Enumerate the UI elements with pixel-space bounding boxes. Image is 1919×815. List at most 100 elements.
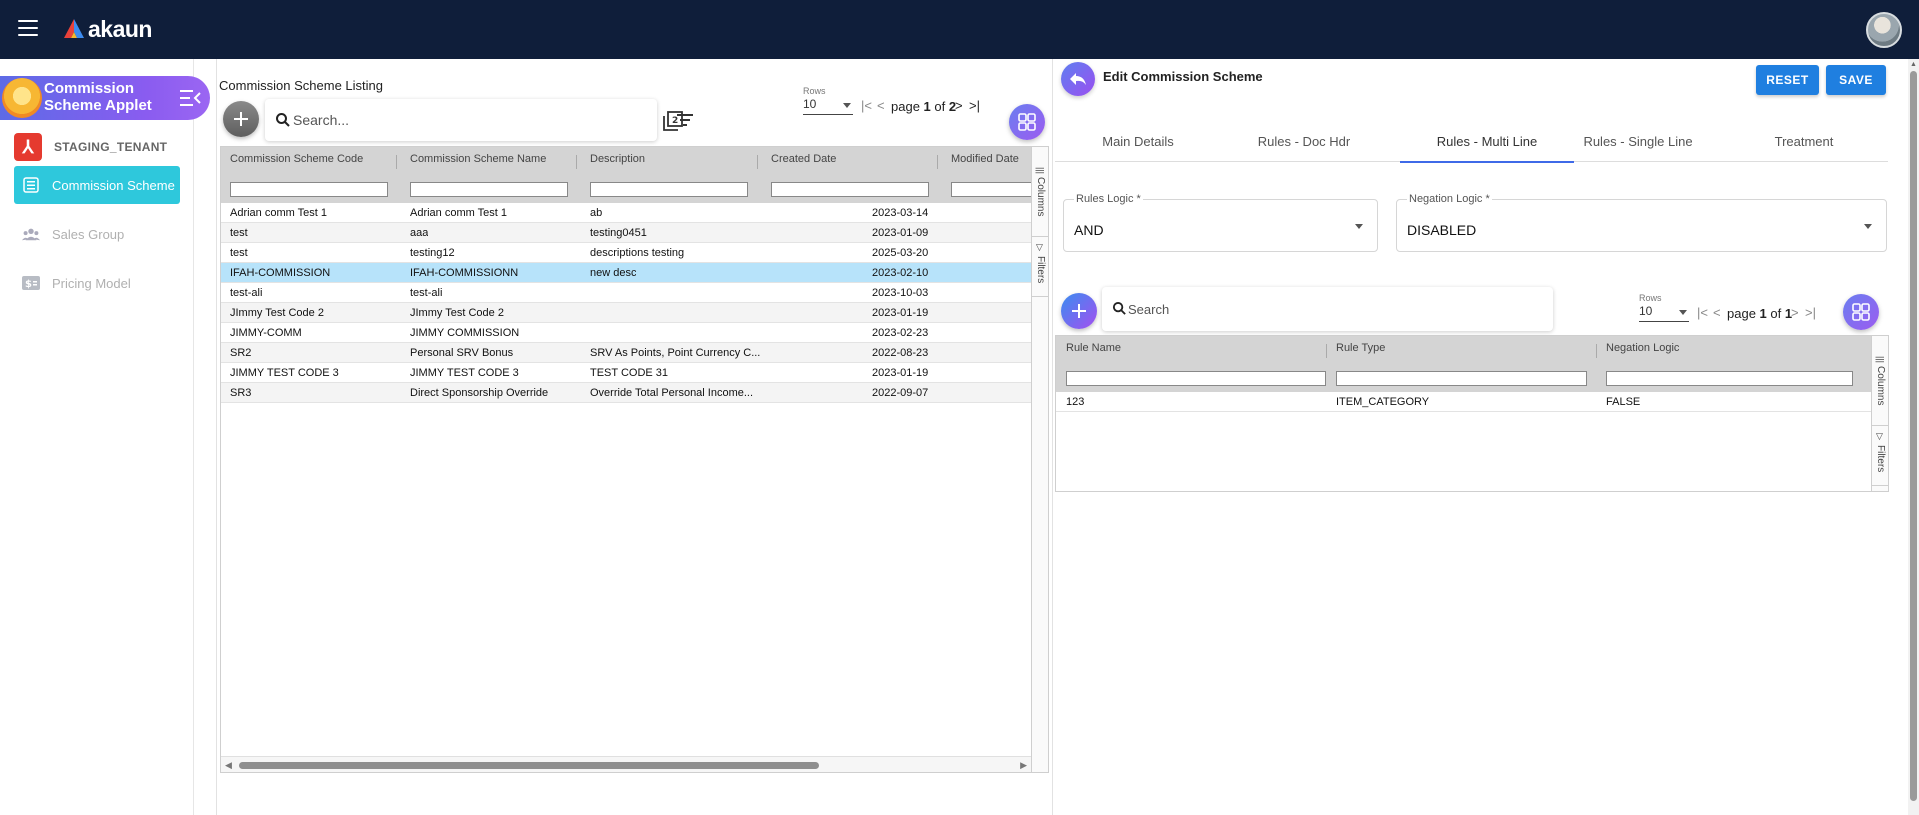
last-page-icon[interactable]: >| — [969, 98, 980, 113]
column-header[interactable]: Commission Scheme Name — [410, 153, 546, 165]
table-row[interactable]: test-ali test-ali 2023-10-03 — [221, 283, 1031, 303]
edit-title: Edit Commission Scheme — [1103, 69, 1263, 84]
column-separator[interactable] — [1596, 344, 1597, 358]
scroll-right-icon[interactable]: ▶ — [1020, 760, 1027, 771]
page-vertical-scrollbar[interactable]: ▲ — [1908, 59, 1919, 815]
rows-label: Rows — [1639, 293, 1662, 303]
table-row[interactable]: Adrian comm Test 1 Adrian comm Test 1 ab 20… — [221, 203, 1031, 223]
listing-panel: Commission Scheme Listing 2 Rows 10 |< <… — [216, 59, 1052, 815]
columns-tab[interactable]: ||| Columns — [1032, 147, 1048, 237]
prev-page-icon[interactable]: < — [877, 98, 885, 113]
grid-icon — [1852, 303, 1870, 321]
first-page-icon[interactable]: |< — [1697, 305, 1708, 320]
chevron-down-icon — [1355, 224, 1363, 229]
sidebar-item-commission-scheme[interactable]: Commission Scheme — [14, 166, 180, 204]
funnel-icon: ▽ — [1035, 243, 1046, 253]
group-icon — [22, 226, 40, 242]
applet-title: Commission Scheme Applet — [44, 80, 152, 114]
column-separator[interactable] — [576, 155, 577, 169]
columns-tab[interactable]: ||| Columns — [1872, 336, 1888, 426]
rules-pager: Rows 10 |< < page 1 of 1 > >| — [1639, 293, 1839, 323]
grid-view-button[interactable] — [1843, 294, 1879, 330]
table-row[interactable]: SR3 Direct Sponsorship Override Override T… — [221, 383, 1031, 403]
user-avatar[interactable] — [1866, 12, 1902, 48]
scheme-table: Commission Scheme Code Commission Scheme… — [220, 146, 1049, 773]
table-row-selected[interactable]: IFAH-COMMISSION IFAH-COMMISSIONN new desc 2… — [221, 263, 1031, 283]
reset-button[interactable]: RESET — [1756, 65, 1819, 95]
prev-page-icon[interactable]: < — [1713, 305, 1721, 320]
scrollbar-thumb[interactable] — [1910, 71, 1917, 801]
next-page-icon[interactable]: > — [1791, 305, 1799, 320]
rows-per-page-select[interactable]: 10 — [1639, 304, 1689, 322]
filter-input-name[interactable] — [410, 182, 568, 197]
column-header[interactable]: Created Date — [771, 153, 836, 165]
chevron-down-icon — [1679, 310, 1687, 315]
filters-tab[interactable]: ▽ Filters — [1872, 426, 1888, 486]
table-row[interactable]: SR2 Personal SRV Bonus SRV As Points, Poin… — [221, 343, 1031, 363]
tab-main-details[interactable]: Main Details — [1055, 120, 1221, 162]
tab-rules-multi-line[interactable]: Rules - Multi Line — [1400, 120, 1574, 163]
copy-icon[interactable]: 2 — [662, 110, 684, 132]
scroll-up-icon[interactable]: ▲ — [1910, 61, 1917, 68]
back-button[interactable] — [1061, 62, 1095, 96]
sidebar: Commission Scheme Applet ⅄ STAGING_TENAN… — [0, 59, 210, 815]
sidebar-item-sales-group[interactable]: Sales Group — [14, 215, 180, 253]
search-input[interactable] — [1128, 299, 1528, 319]
rules-logic-select[interactable]: Rules Logic * AND — [1063, 193, 1378, 252]
plus-icon — [234, 112, 248, 126]
add-rule-button[interactable] — [1061, 293, 1097, 329]
horizontal-scrollbar[interactable]: ◀ ▶ — [221, 756, 1031, 772]
tenant-selector[interactable]: ⅄ STAGING_TENANT — [14, 133, 167, 161]
filter-input-rule-type[interactable] — [1336, 371, 1587, 386]
save-button[interactable]: SAVE — [1826, 65, 1886, 95]
column-separator[interactable] — [757, 155, 758, 169]
column-header[interactable]: Modified Date — [951, 153, 1019, 165]
listing-title: Commission Scheme Listing — [219, 78, 384, 93]
filter-input-description[interactable] — [590, 182, 748, 197]
search-input[interactable] — [293, 109, 593, 131]
filter-input-negation-logic[interactable] — [1606, 371, 1853, 386]
rows-per-page-select[interactable]: 10 — [803, 97, 853, 115]
filters-tab[interactable]: ▽ Filters — [1032, 237, 1048, 297]
last-page-icon[interactable]: >| — [1805, 305, 1816, 320]
table-row[interactable]: JIMMY-COMM JIMMY COMMISSION 2023-02-23 — [221, 323, 1031, 343]
tenant-name: STAGING_TENANT — [54, 140, 168, 154]
filter-input-rule-name[interactable] — [1066, 371, 1326, 386]
add-scheme-button[interactable] — [223, 101, 259, 137]
columns-icon: ||| — [1875, 356, 1886, 364]
scrollbar-thumb[interactable] — [239, 762, 819, 769]
filter-input-created-date[interactable] — [771, 182, 929, 197]
table-row[interactable]: JImmy Test Code 2 JImmy Test Code 2 2023-0… — [221, 303, 1031, 323]
column-separator[interactable] — [937, 155, 938, 169]
column-header[interactable]: Rule Name — [1066, 342, 1121, 354]
hamburger-menu-icon[interactable] — [18, 20, 38, 38]
column-header[interactable]: Commission Scheme Code — [230, 153, 363, 165]
grid-icon — [1018, 113, 1036, 131]
table-row[interactable]: 123 ITEM_CATEGORY FALSE — [1056, 392, 1871, 412]
filter-input-code[interactable] — [230, 182, 388, 197]
chevron-down-icon — [1864, 224, 1872, 229]
first-page-icon[interactable]: |< — [861, 98, 872, 113]
table-header: Commission Scheme Code Commission Scheme… — [221, 147, 1048, 203]
column-separator[interactable] — [396, 155, 397, 169]
next-page-icon[interactable]: > — [955, 98, 963, 113]
tab-rules-doc-hdr[interactable]: Rules - Doc Hdr — [1221, 120, 1387, 162]
grid-view-button[interactable] — [1009, 104, 1045, 140]
sidebar-item-pricing-model[interactable]: $ Pricing Model — [14, 264, 180, 302]
column-header[interactable]: Description — [590, 153, 645, 165]
table-row[interactable]: test aaa testing0451 2023-01-09 — [221, 223, 1031, 243]
column-header[interactable]: Negation Logic — [1606, 342, 1679, 354]
negation-logic-select[interactable]: Negation Logic * DISABLED — [1396, 193, 1887, 252]
app-logo[interactable]: akaun — [63, 14, 152, 44]
tab-treatment[interactable]: Treatment — [1721, 120, 1887, 162]
tenant-icon: ⅄ — [14, 133, 42, 161]
rules-table: Rule Name Rule Type Negation Logic 123 IT… — [1055, 335, 1889, 492]
tab-rules-single-line[interactable]: Rules - Single Line — [1555, 120, 1721, 162]
column-header[interactable]: Rule Type — [1336, 342, 1385, 354]
collapse-sidebar-icon[interactable] — [180, 89, 202, 107]
svg-text:2: 2 — [672, 116, 678, 126]
table-row[interactable]: JIMMY TEST CODE 3 JIMMY TEST CODE 3 TEST C… — [221, 363, 1031, 383]
scroll-left-icon[interactable]: ◀ — [225, 760, 232, 771]
column-separator[interactable] — [1326, 344, 1327, 358]
table-row[interactable]: test testing12 descriptions testing 2025-03… — [221, 243, 1031, 263]
